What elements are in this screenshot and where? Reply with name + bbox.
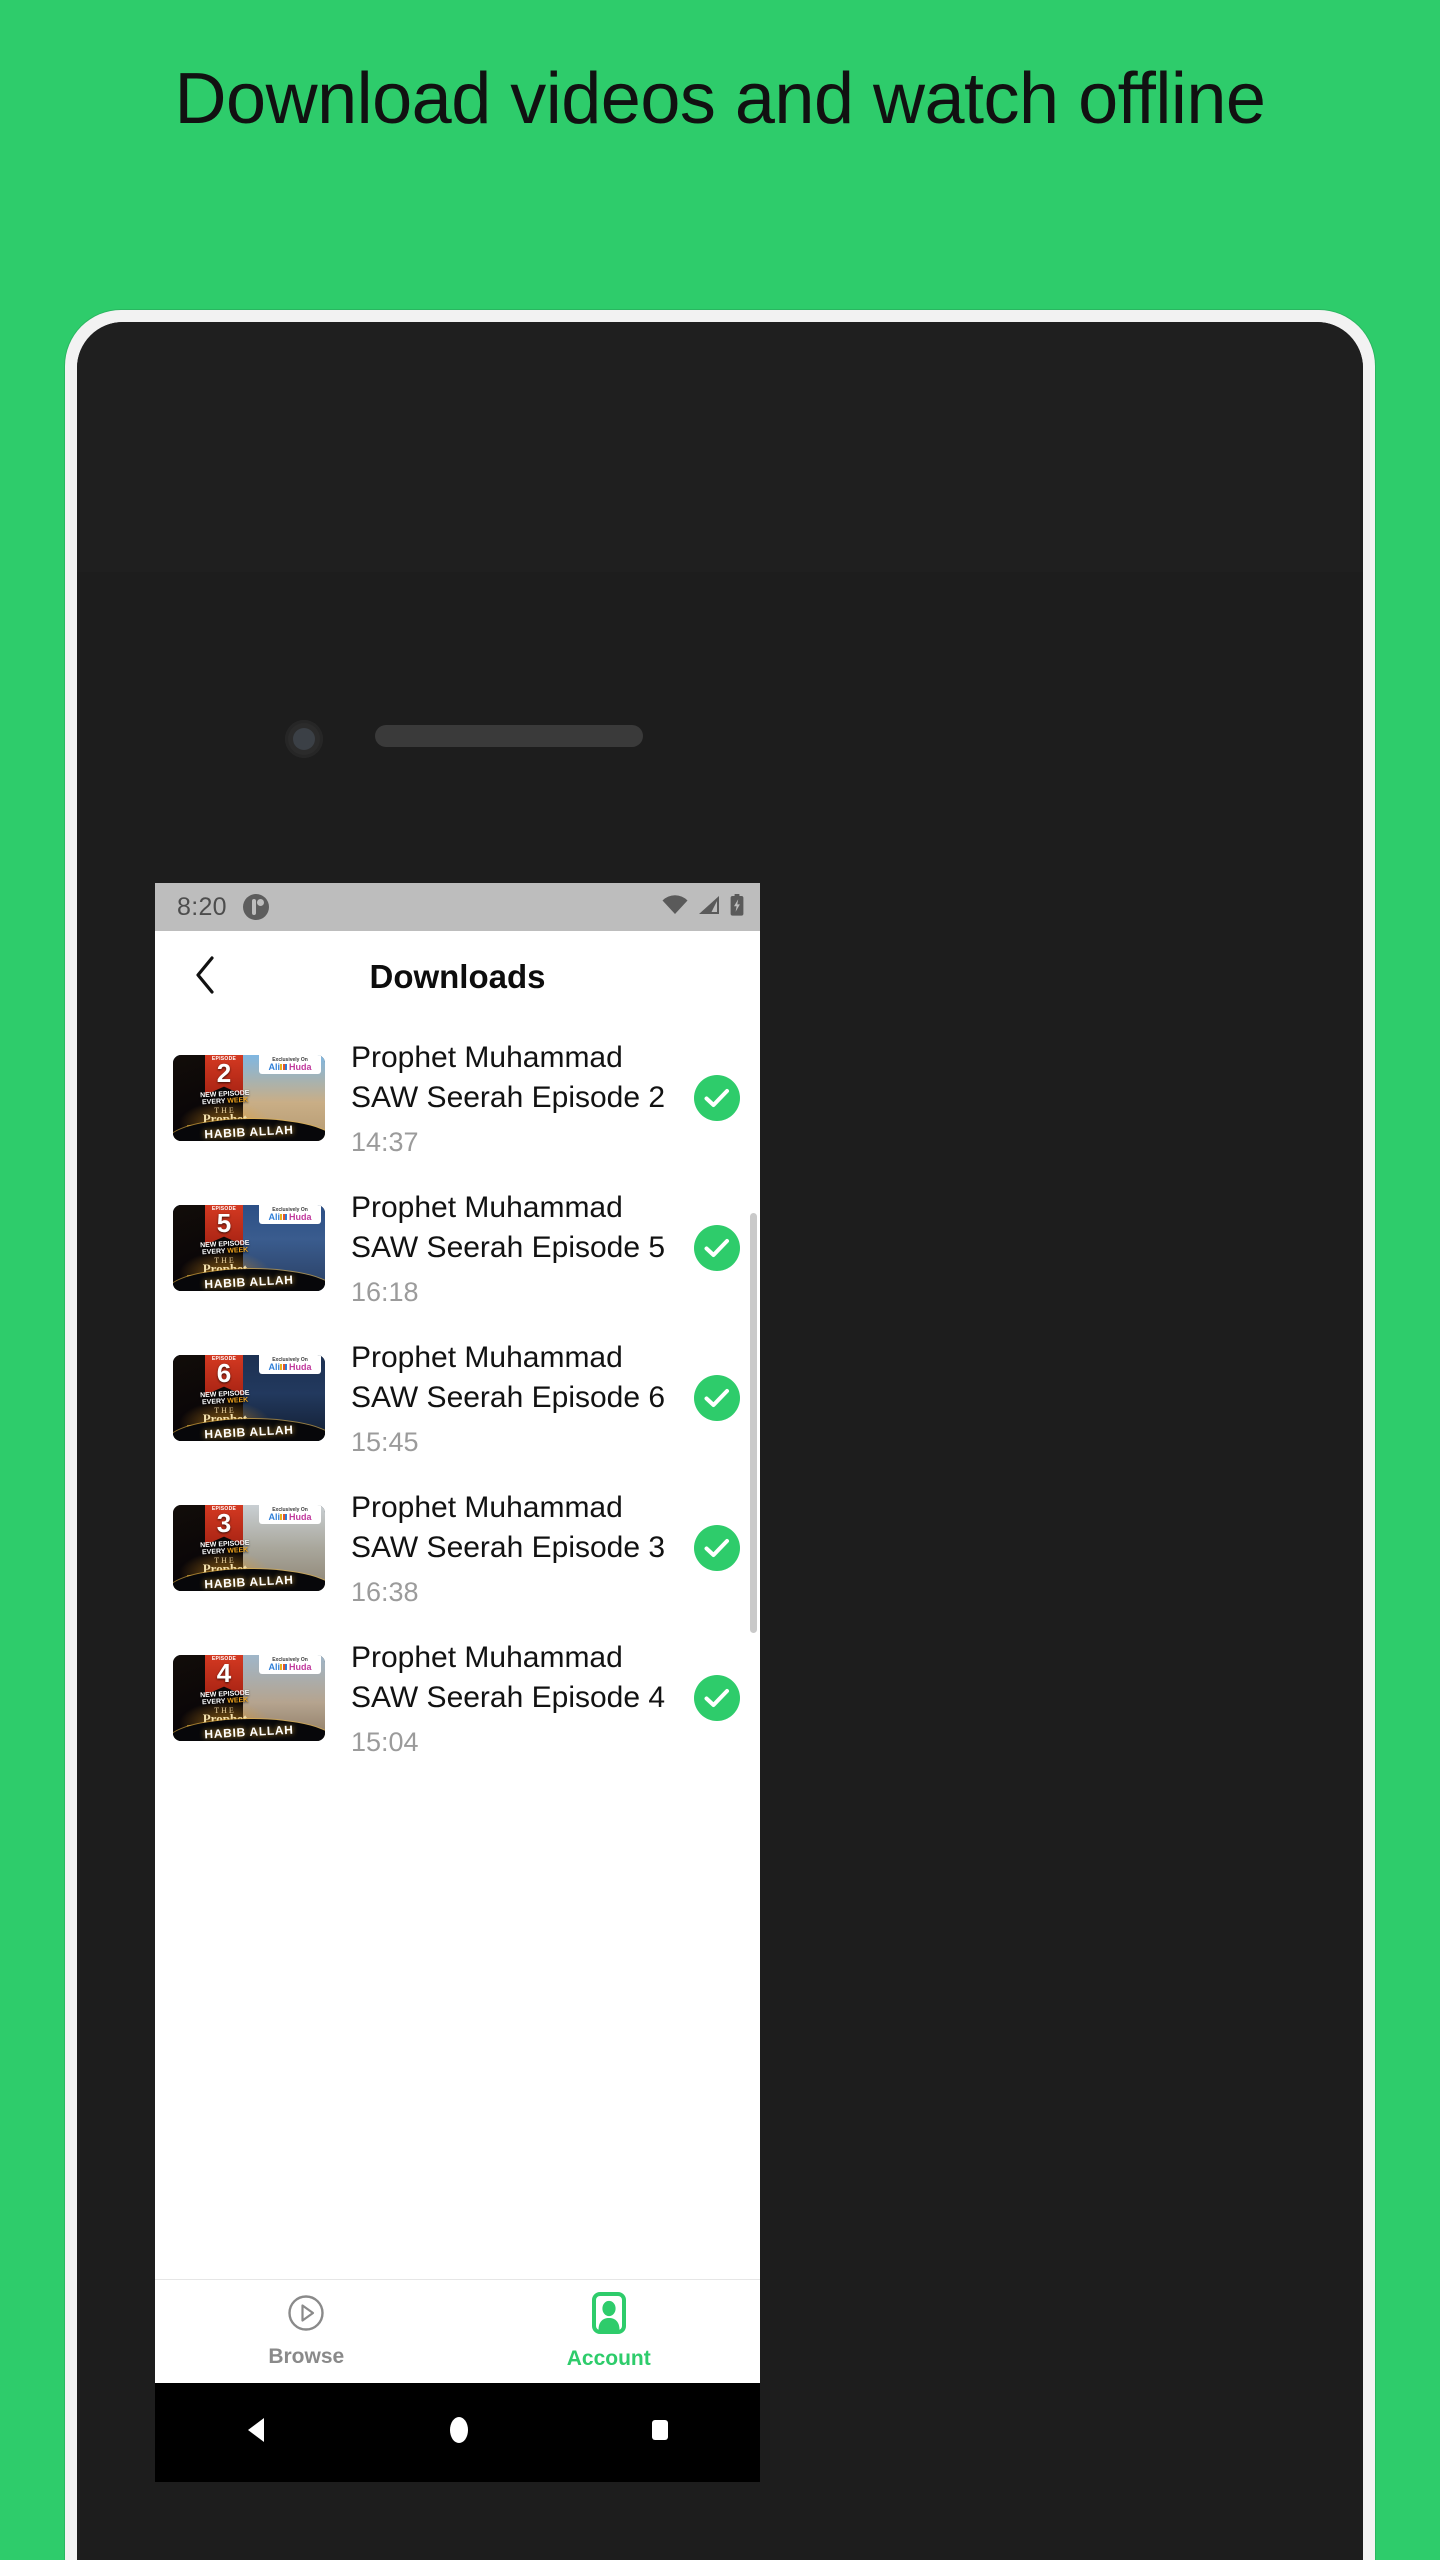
tagline-line-2b: WEEK <box>227 1397 249 1406</box>
watermark-ali: Ali <box>268 1511 280 1522</box>
episode-badge-number: 2 <box>216 1058 232 1088</box>
status-icons-group <box>662 893 744 921</box>
check-circle-icon[interactable] <box>694 1225 740 1271</box>
watermark-huda: Huda <box>289 1061 312 1072</box>
notification-dot-icon <box>242 894 269 920</box>
table-row[interactable]: EPISODE 5 NEW EPISODE EVERY WEEK THE Pro… <box>155 1173 760 1323</box>
app-bar: Downloads <box>155 931 760 1023</box>
promo-headline: Download videos and watch offline <box>174 59 1266 139</box>
status-bar: 8:20 <box>155 883 760 931</box>
scrollbar-thumb[interactable] <box>750 1213 757 1633</box>
watermark-brand: Ali Huda <box>268 1211 312 1222</box>
video-duration: 14:37 <box>351 1127 419 1158</box>
battery-charging-icon <box>730 893 744 921</box>
phone-top-bezel <box>77 322 1363 572</box>
tab-account[interactable]: Account <box>458 2280 761 2383</box>
tab-account-label: Account <box>566 2347 651 2370</box>
download-meta: Prophet Muhammad SAW Seerah Episode 2 14… <box>325 1038 694 1158</box>
episode-badge-number: 4 <box>216 1658 232 1688</box>
watermark-huda: Huda <box>289 1661 312 1672</box>
episode-badge-number: 3 <box>216 1508 232 1538</box>
episode-badge-number: 6 <box>216 1358 232 1388</box>
download-meta: Prophet Muhammad SAW Seerah Episode 4 15… <box>325 1638 694 1758</box>
check-circle-icon[interactable] <box>694 1525 740 1571</box>
check-circle-icon[interactable] <box>694 1075 740 1121</box>
video-thumbnail[interactable]: EPISODE 5 NEW EPISODE EVERY WEEK THE Pro… <box>173 1205 325 1291</box>
watermark-ali: Ali <box>268 1211 280 1222</box>
watermark-huda: Huda <box>289 1211 312 1222</box>
back-button[interactable] <box>169 941 241 1013</box>
check-circle-icon[interactable] <box>694 1675 740 1721</box>
tab-browse-label: Browse <box>268 2345 345 2368</box>
watermark-dots-icon <box>280 1213 289 1222</box>
play-circle-icon <box>287 2294 325 2337</box>
android-back-triangle-icon[interactable] <box>244 2416 270 2449</box>
tab-browse[interactable]: Browse <box>155 2280 458 2383</box>
episode-badge-number: 5 <box>216 1208 232 1238</box>
bottom-navigation: Browse Account <box>155 2279 760 2383</box>
phone-mockup: 8:20 Downloads EPISODE 2 NEW EPISODE EVE… <box>65 310 1375 2560</box>
download-meta: Prophet Muhammad SAW Seerah Episode 3 16… <box>325 1488 694 1608</box>
watermark-huda: Huda <box>289 1361 312 1372</box>
watermark-brand: Ali Huda <box>268 1361 312 1372</box>
video-title: Prophet Muhammad SAW Seerah Episode 4 <box>351 1640 666 1714</box>
video-title: Prophet Muhammad SAW Seerah Episode 5 <box>351 1190 666 1264</box>
video-title: Prophet Muhammad SAW Seerah Episode 3 <box>351 1490 666 1564</box>
android-system-nav <box>155 2383 760 2482</box>
android-home-circle-icon[interactable] <box>447 2415 471 2450</box>
watermark-huda: Huda <box>289 1511 312 1522</box>
alihuda-watermark-icon: Exclusively On Ali Huda <box>259 1205 321 1224</box>
video-thumbnail[interactable]: EPISODE 3 NEW EPISODE EVERY WEEK THE Pro… <box>173 1505 325 1591</box>
account-badge-icon <box>591 2292 626 2339</box>
video-duration: 16:38 <box>351 1577 419 1608</box>
tagline-line-2b: WEEK <box>227 1697 249 1706</box>
tagline-line-2b: WEEK <box>227 1547 249 1556</box>
status-time: 8:20 <box>177 892 227 921</box>
video-duration: 15:45 <box>351 1427 419 1458</box>
scrollbar-track[interactable] <box>750 1213 757 1633</box>
video-title: Prophet Muhammad SAW Seerah Episode 2 <box>351 1040 666 1114</box>
watermark-brand: Ali Huda <box>268 1061 312 1072</box>
android-recents-square-icon[interactable] <box>648 2415 672 2450</box>
cellular-signal-icon <box>698 895 720 920</box>
watermark-ali: Ali <box>268 1661 280 1672</box>
video-thumbnail[interactable]: EPISODE 4 NEW EPISODE EVERY WEEK THE Pro… <box>173 1655 325 1741</box>
page-title: Downloads <box>369 958 546 995</box>
watermark-dots-icon <box>280 1513 289 1522</box>
video-thumbnail[interactable]: EPISODE 2 NEW EPISODE EVERY WEEK THE Pro… <box>173 1055 325 1141</box>
video-thumbnail[interactable]: EPISODE 6 NEW EPISODE EVERY WEEK THE Pro… <box>173 1355 325 1441</box>
watermark-ali: Ali <box>268 1061 280 1072</box>
alihuda-watermark-icon: Exclusively On Ali Huda <box>259 1655 321 1674</box>
download-meta: Prophet Muhammad SAW Seerah Episode 6 15… <box>325 1338 694 1458</box>
tagline-line-2b: WEEK <box>227 1247 249 1256</box>
watermark-dots-icon <box>280 1363 289 1372</box>
watermark-dots-icon <box>280 1063 289 1072</box>
wifi-icon <box>662 894 688 920</box>
chevron-left-icon <box>194 955 216 999</box>
table-row[interactable]: EPISODE 4 NEW EPISODE EVERY WEEK THE Pro… <box>155 1623 760 1773</box>
video-title: Prophet Muhammad SAW Seerah Episode 6 <box>351 1340 666 1414</box>
watermark-ali: Ali <box>268 1361 280 1372</box>
phone-screen: 8:20 Downloads EPISODE 2 NEW EPISODE EVE… <box>155 883 760 2383</box>
front-camera-lens-icon <box>293 728 315 750</box>
table-row[interactable]: EPISODE 6 NEW EPISODE EVERY WEEK THE Pro… <box>155 1323 760 1473</box>
video-duration: 15:04 <box>351 1727 419 1758</box>
table-row[interactable]: EPISODE 3 NEW EPISODE EVERY WEEK THE Pro… <box>155 1473 760 1623</box>
tagline-line-2b: WEEK <box>227 1097 249 1106</box>
download-meta: Prophet Muhammad SAW Seerah Episode 5 16… <box>325 1188 694 1308</box>
table-row[interactable]: EPISODE 2 NEW EPISODE EVERY WEEK THE Pro… <box>155 1023 760 1173</box>
alihuda-watermark-icon: Exclusively On Ali Huda <box>259 1505 321 1524</box>
check-circle-icon[interactable] <box>694 1375 740 1421</box>
earpiece-speaker <box>375 725 643 747</box>
downloads-list: EPISODE 2 NEW EPISODE EVERY WEEK THE Pro… <box>155 1023 760 1773</box>
alihuda-watermark-icon: Exclusively On Ali Huda <box>259 1055 321 1074</box>
watermark-brand: Ali Huda <box>268 1511 312 1522</box>
watermark-brand: Ali Huda <box>268 1661 312 1672</box>
watermark-dots-icon <box>280 1663 289 1672</box>
video-duration: 16:18 <box>351 1277 419 1308</box>
alihuda-watermark-icon: Exclusively On Ali Huda <box>259 1355 321 1374</box>
